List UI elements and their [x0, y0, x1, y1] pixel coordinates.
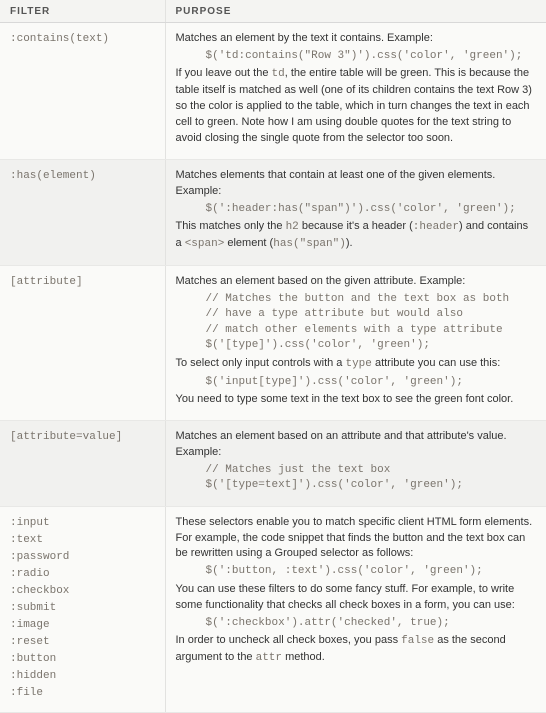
- purpose-text: Matches an element based on the given at…: [176, 274, 537, 290]
- filter-cell: :input:text:password:radio:checkbox:subm…: [0, 506, 165, 713]
- inline-code: false: [401, 635, 434, 647]
- filter-item: :image: [10, 617, 155, 634]
- code-block: $(':button, :text').css('color', 'green'…: [206, 564, 537, 579]
- purpose-text: This matches only the h2 because it's a …: [176, 219, 537, 253]
- code-block: $('input[type]').css('color', 'green');: [206, 375, 537, 390]
- table-row: [attribute] Matches an element based on t…: [0, 266, 546, 421]
- code-block: $(':header:has("span")').css('color', 'g…: [206, 202, 537, 217]
- filter-item: [attribute=value]: [10, 429, 155, 446]
- filter-item: :input: [10, 515, 155, 532]
- filter-item: :text: [10, 532, 155, 549]
- filter-item: :contains(text): [10, 31, 155, 48]
- filter-item: :checkbox: [10, 583, 155, 600]
- inline-code: attr: [256, 652, 282, 664]
- filter-cell: :has(element): [0, 160, 165, 266]
- purpose-text: You can use these filters to do some fan…: [176, 582, 537, 614]
- purpose-cell: Matches an element based on the given at…: [165, 266, 546, 421]
- inline-code: type: [345, 358, 371, 370]
- code-block: // Matches just the text box $('[type=te…: [206, 463, 537, 494]
- code-block: $(':checkbox').attr('checked', true);: [206, 616, 537, 631]
- filter-item: :password: [10, 549, 155, 566]
- code-block: // Matches the button and the text box a…: [206, 292, 537, 354]
- filter-item: [attribute]: [10, 274, 155, 291]
- purpose-text: To select only input controls with a typ…: [176, 356, 537, 373]
- purpose-text: These selectors enable you to match spec…: [176, 515, 537, 563]
- inline-code: <span>: [185, 238, 225, 250]
- header-filter: FILTER: [0, 0, 165, 23]
- inline-code: :header: [413, 221, 459, 233]
- purpose-text: Matches elements that contain at least o…: [176, 168, 537, 200]
- purpose-text: Matches an element by the text it contai…: [176, 31, 537, 47]
- purpose-cell: Matches an element by the text it contai…: [165, 23, 546, 160]
- filter-item: :has(element): [10, 168, 155, 185]
- filter-item: :submit: [10, 600, 155, 617]
- purpose-text: In order to uncheck all check boxes, you…: [176, 633, 537, 667]
- table-row: :has(element) Matches elements that conta…: [0, 160, 546, 266]
- table-row: [attribute=value] Matches an element base…: [0, 420, 546, 506]
- purpose-cell: These selectors enable you to match spec…: [165, 506, 546, 713]
- inline-code: h2: [286, 221, 299, 233]
- filter-item: :button: [10, 651, 155, 668]
- table-row: :input:text:password:radio:checkbox:subm…: [0, 506, 546, 713]
- purpose-text: If you leave out the td, the entire tabl…: [176, 66, 537, 147]
- inline-code: td: [272, 68, 285, 80]
- purpose-text: Matches an element based on an attribute…: [176, 429, 537, 461]
- purpose-cell: Matches an element based on an attribute…: [165, 420, 546, 506]
- filter-cell: [attribute=value]: [0, 420, 165, 506]
- filter-cell: [attribute]: [0, 266, 165, 421]
- filter-cell: :contains(text): [0, 23, 165, 160]
- header-purpose: PURPOSE: [165, 0, 546, 23]
- reference-table: FILTER PURPOSE :contains(text) Matches an…: [0, 0, 546, 713]
- filter-item: :radio: [10, 566, 155, 583]
- filter-item: :reset: [10, 634, 155, 651]
- code-block: $('td:contains("Row 3")').css('color', '…: [206, 49, 537, 64]
- purpose-text: You need to type some text in the text b…: [176, 392, 537, 408]
- filter-item: :hidden: [10, 668, 155, 685]
- inline-code: has("span"): [273, 238, 346, 250]
- purpose-cell: Matches elements that contain at least o…: [165, 160, 546, 266]
- filter-item: :file: [10, 685, 155, 702]
- table-row: :contains(text) Matches an element by the…: [0, 23, 546, 160]
